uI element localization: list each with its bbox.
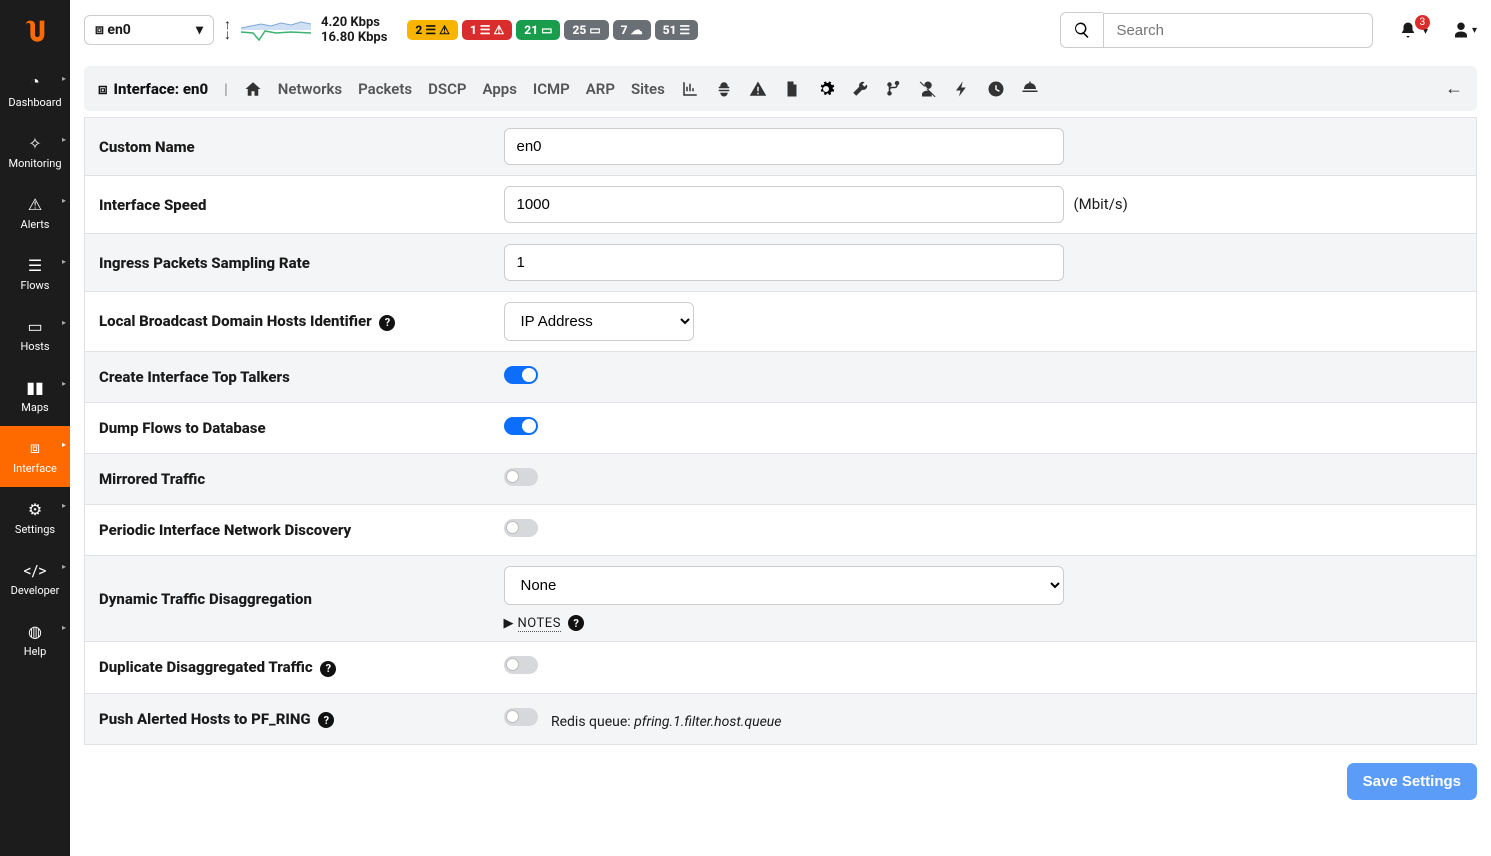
custom-name-input[interactable]: [504, 128, 1064, 165]
dup-disagg-label: Duplicate Disaggregated Traffic ?: [85, 642, 490, 694]
settings-table: Custom Name Interface Speed (Mbit/s) Ing…: [84, 117, 1477, 745]
file-icon[interactable]: [783, 79, 801, 99]
user-menu[interactable]: ▾: [1452, 21, 1477, 39]
speed-input[interactable]: [504, 186, 1064, 223]
nav-settings[interactable]: ▸⚙Settings: [0, 487, 70, 548]
badge-cloud[interactable]: 7 ☁: [613, 20, 651, 40]
sidebar: ▸◔Dashboard ▸✧Monitoring ▸⚠Alerts ▸☰Flow…: [0, 0, 70, 856]
logo[interactable]: [0, 0, 70, 60]
discovery-label: Periodic Interface Network Discovery: [85, 505, 490, 556]
nav-interface[interactable]: ▸⧈Interface: [0, 426, 70, 487]
notes-toggle[interactable]: ▶NOTES ?: [504, 615, 1463, 631]
nav-monitoring[interactable]: ▸✧Monitoring: [0, 121, 70, 182]
save-settings-button[interactable]: Save Settings: [1347, 763, 1477, 800]
top-talkers-label: Create Interface Top Talkers: [85, 352, 490, 403]
search-icon: [1073, 21, 1091, 39]
tab-dscp[interactable]: DSCP: [428, 80, 466, 98]
speed-label: Interface Speed: [85, 176, 490, 234]
user-icon: [1452, 21, 1470, 39]
laptop-icon: ▭: [27, 317, 42, 336]
traffic-rates: 4.20 Kbps 16.80 Kbps: [321, 15, 387, 45]
gear-icon[interactable]: [817, 79, 835, 99]
satellite-icon: ✧: [28, 134, 41, 153]
search-button[interactable]: [1060, 12, 1103, 48]
ethernet-icon: ⧈: [95, 22, 104, 38]
ethernet-icon: ⧈: [98, 80, 108, 98]
nav-alerts[interactable]: ▸⚠Alerts: [0, 182, 70, 243]
nav-maps[interactable]: ▸▮▮Maps: [0, 365, 70, 426]
help-icon: ?: [568, 615, 584, 631]
dump-flows-toggle[interactable]: [504, 417, 538, 435]
badge-warn-major[interactable]: 1 ☰ ⚠: [462, 20, 512, 40]
wrench-icon[interactable]: [851, 79, 869, 99]
chevron-down-icon: ▾: [196, 22, 203, 38]
cloche-icon[interactable]: [1021, 79, 1039, 99]
traffic-sparkline: [241, 16, 311, 44]
nav-flows[interactable]: ▸☰Flows: [0, 243, 70, 304]
tab-apps[interactable]: Apps: [483, 80, 517, 98]
badge-hosts[interactable]: 25 ▭: [564, 20, 608, 40]
flows-icon: ☰: [28, 256, 42, 275]
back-button[interactable]: ←: [1445, 78, 1463, 99]
nav-help[interactable]: ▸◍Help: [0, 609, 70, 670]
tab-arp[interactable]: ARP: [586, 80, 615, 98]
traffic-arrows: ↑↓: [224, 20, 231, 40]
sampling-label: Ingress Packets Sampling Rate: [85, 234, 490, 292]
top-talkers-toggle[interactable]: [504, 366, 538, 384]
status-badges: 2 ☰ ⚠ 1 ☰ ⚠ 21 ▭ 25 ▭ 7 ☁ 51 ☰: [407, 20, 698, 40]
nav-dashboard[interactable]: ▸◔Dashboard: [0, 60, 70, 121]
help-icon: ◍: [28, 622, 42, 641]
sampling-input[interactable]: [504, 244, 1064, 281]
help-icon[interactable]: ?: [318, 712, 334, 728]
dup-disagg-toggle[interactable]: [504, 656, 538, 674]
notifications-button[interactable]: 3 ▾: [1399, 21, 1428, 39]
redis-queue-text: Redis queue: pfring.1.filter.host.queue: [551, 714, 781, 730]
person-off-icon[interactable]: [919, 79, 937, 99]
badge-list[interactable]: 51 ☰: [655, 20, 699, 40]
code-icon: </>: [23, 561, 46, 580]
chevron-down-icon: ▾: [1472, 25, 1477, 36]
help-icon[interactable]: ?: [379, 315, 395, 331]
badge-hosts-active[interactable]: 21 ▭: [516, 20, 560, 40]
home-icon[interactable]: [244, 79, 262, 98]
tab-icmp[interactable]: ICMP: [533, 80, 570, 98]
hosts-id-select[interactable]: IP Address: [504, 302, 694, 341]
pfring-toggle[interactable]: [504, 708, 538, 726]
interface-subbar: ⧈ Interface: en0 | Networks Packets DSCP…: [84, 66, 1477, 111]
engineer-icon[interactable]: [715, 79, 733, 99]
pfring-label: Push Alerted Hosts to PF_RING ?: [85, 693, 490, 745]
warning-icon[interactable]: [749, 79, 767, 99]
gear-icon: ⚙: [28, 500, 42, 519]
hosts-id-label: Local Broadcast Domain Hosts Identifier …: [85, 292, 490, 352]
dump-flows-label: Dump Flows to Database: [85, 403, 490, 454]
interface-selector[interactable]: ⧈ en0 ▾: [84, 15, 214, 45]
clock-icon[interactable]: [987, 79, 1005, 99]
mirrored-label: Mirrored Traffic: [85, 454, 490, 505]
chart-icon[interactable]: [681, 79, 699, 99]
tab-packets[interactable]: Packets: [358, 80, 412, 98]
branch-icon[interactable]: [885, 79, 903, 99]
nav-developer[interactable]: ▸</>Developer: [0, 548, 70, 609]
search-input[interactable]: [1103, 13, 1373, 48]
nav-hosts[interactable]: ▸▭Hosts: [0, 304, 70, 365]
tab-networks[interactable]: Networks: [278, 80, 342, 98]
discovery-toggle[interactable]: [504, 519, 538, 537]
custom-name-label: Custom Name: [85, 118, 490, 176]
ethernet-icon: ⧈: [30, 438, 40, 458]
mirrored-toggle[interactable]: [504, 468, 538, 486]
badge-warn-minor[interactable]: 2 ☰ ⚠: [407, 20, 457, 40]
help-icon[interactable]: ?: [320, 661, 336, 677]
disagg-label: Dynamic Traffic Disaggregation: [85, 556, 490, 642]
map-icon: ▮▮: [26, 378, 44, 397]
tab-sites[interactable]: Sites: [631, 80, 665, 98]
gauge-icon: ◔: [30, 72, 40, 92]
topbar: ⧈ en0 ▾ ↑↓ 4.20 Kbps 16.80 Kbps 2 ☰ ⚠ 1 …: [70, 0, 1491, 60]
bolt-icon[interactable]: [953, 79, 971, 99]
warning-icon: ⚠: [28, 195, 42, 214]
disagg-select[interactable]: None: [504, 566, 1064, 605]
